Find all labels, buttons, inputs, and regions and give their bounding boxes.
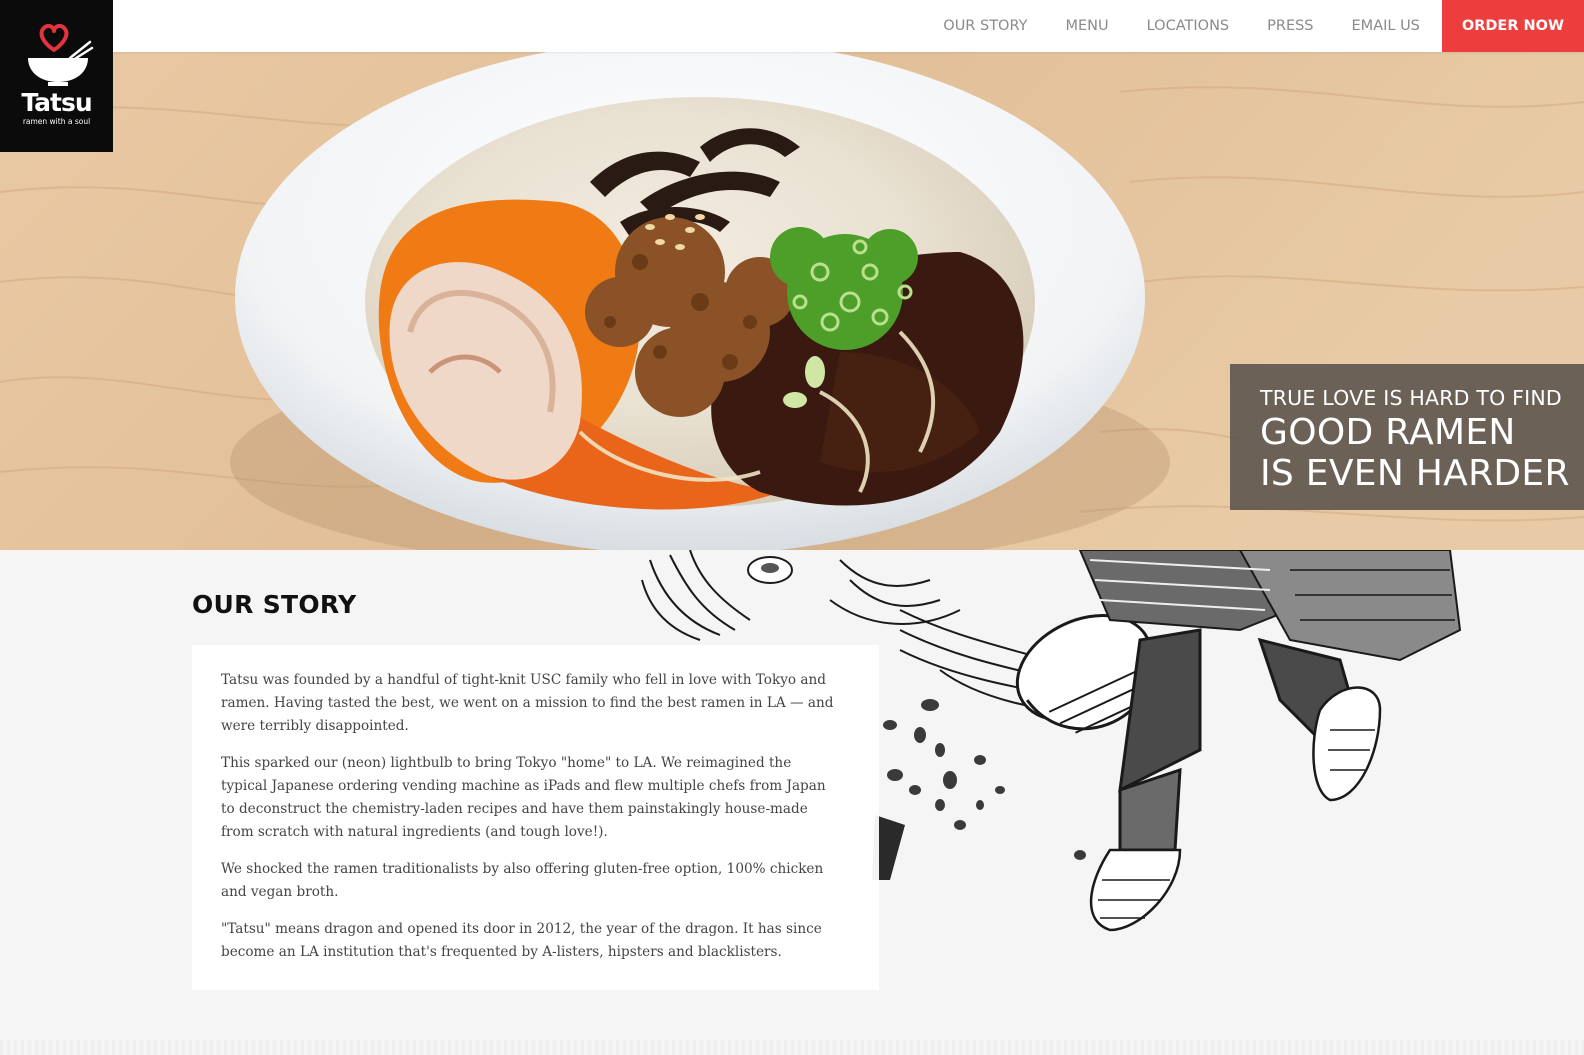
brand-name: Tatsu	[21, 88, 92, 117]
brand-logo[interactable]: Tatsu ramen with a soul	[0, 0, 113, 152]
nav-locations[interactable]: LOCATIONS	[1128, 0, 1249, 52]
heart-bowl-icon	[28, 23, 94, 86]
story-paragraph: "Tatsu" means dragon and opened its door…	[221, 921, 822, 960]
section-divider	[0, 1040, 1584, 1055]
hero-banner: TRUE LOVE IS HARD TO FIND GOOD RAMEN IS …	[0, 52, 1584, 550]
story-body: Tatsu was founded by a handful of tight-…	[221, 669, 841, 978]
brand-tagline: ramen with a soul	[22, 117, 91, 126]
hero-tagline-box: TRUE LOVE IS HARD TO FIND GOOD RAMEN IS …	[1230, 364, 1584, 510]
nav-email-us[interactable]: EMAIL US	[1333, 0, 1439, 52]
nav-our-story[interactable]: OUR STORY	[924, 0, 1046, 52]
hero-tagline-large-2: IS EVEN HARDER	[1260, 453, 1570, 494]
main-nav: OUR STORY MENU LOCATIONS PRESS EMAIL US …	[924, 0, 1584, 52]
story-card: Tatsu was founded by a handful of tight-…	[192, 645, 879, 990]
nav-press[interactable]: PRESS	[1248, 0, 1332, 52]
order-now-button[interactable]: ORDER NOW	[1441, 0, 1584, 52]
nav-menu[interactable]: MENU	[1046, 0, 1127, 52]
story-title: OUR STORY	[192, 590, 357, 619]
hero-tagline-small: TRUE LOVE IS HARD TO FIND	[1260, 386, 1562, 410]
site-header: OUR STORY MENU LOCATIONS PRESS EMAIL US …	[0, 0, 1584, 52]
story-paragraph: Tatsu was founded by a handful of tight-…	[221, 672, 834, 734]
story-paragraph: We shocked the ramen traditionalists by …	[221, 861, 824, 900]
hero-tagline-large-1: GOOD RAMEN	[1260, 412, 1516, 453]
story-paragraph: This sparked our (neon) lightbulb to bri…	[221, 755, 826, 840]
